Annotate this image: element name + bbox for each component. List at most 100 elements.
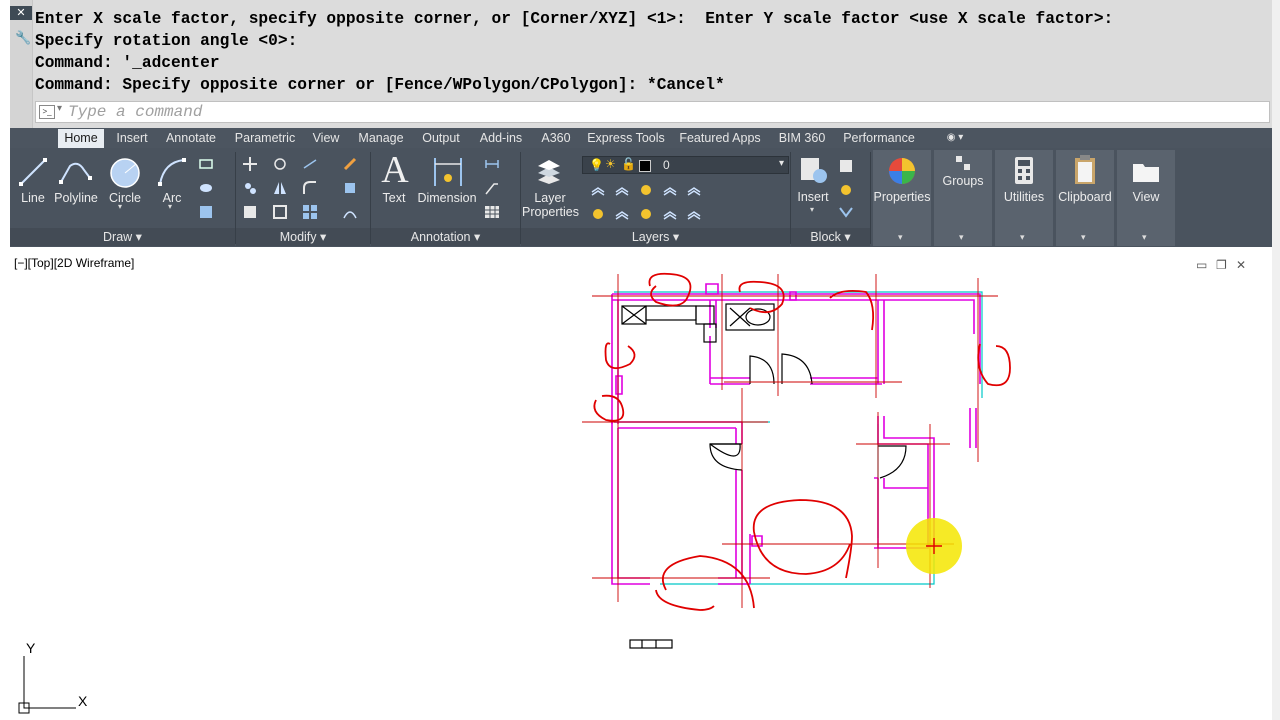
chevron-down-icon[interactable]: ▾	[898, 232, 903, 243]
groups-panel[interactable]: Groups ▾	[934, 150, 992, 246]
polyline-icon[interactable]	[58, 158, 94, 188]
tab-annotate[interactable]: Annotate	[162, 128, 220, 148]
ribbon-toggle-icon[interactable]: ◉ ▾	[940, 128, 970, 148]
polyline-button[interactable]: Polyline	[52, 191, 100, 205]
array-icon[interactable]	[302, 204, 318, 220]
tab-output[interactable]: Output	[416, 128, 466, 148]
block-attributes-icon[interactable]	[838, 204, 854, 220]
move-icon[interactable]	[242, 156, 258, 172]
trim-icon[interactable]	[302, 156, 318, 172]
unlock-icon[interactable]: 🔓	[621, 157, 636, 171]
leader-icon[interactable]	[484, 180, 500, 196]
copy-icon[interactable]	[242, 180, 258, 196]
layer-tool-icon[interactable]	[614, 206, 630, 222]
erase-icon[interactable]	[342, 156, 358, 172]
clipboard-panel[interactable]: Clipboard ▾	[1056, 150, 1114, 246]
insert-button[interactable]: Insert	[794, 190, 832, 204]
layer-tool-icon[interactable]	[662, 206, 678, 222]
current-layer-name: 0	[663, 158, 670, 172]
mirror-icon[interactable]	[272, 180, 288, 196]
properties-panel[interactable]: Properties ▾	[873, 150, 931, 246]
arc-button[interactable]: Arc	[154, 191, 190, 205]
ucs-y-label: Y	[26, 640, 36, 656]
circle-icon[interactable]	[108, 156, 142, 190]
tab-bim-360[interactable]: BIM 360	[772, 128, 832, 148]
view-panel[interactable]: View ▾	[1117, 150, 1175, 246]
calculator-icon	[1015, 157, 1033, 184]
insert-block-icon[interactable]	[798, 154, 828, 186]
tab-featured-apps[interactable]: Featured Apps	[677, 128, 763, 148]
chevron-down-icon[interactable]: ▾	[57, 103, 62, 114]
table-icon[interactable]	[484, 204, 500, 220]
layer-properties-icon[interactable]	[534, 154, 564, 186]
layers-panel-title[interactable]: Layers ▾	[521, 228, 790, 246]
chevron-down-icon[interactable]: ▾	[1081, 232, 1086, 243]
dimension-icon[interactable]	[432, 156, 464, 188]
history-line: Command: Specify opposite corner or [Fen…	[35, 76, 725, 94]
tab-manage[interactable]: Manage	[353, 128, 409, 148]
chevron-down-icon[interactable]: ▾	[1020, 232, 1025, 243]
tab-view[interactable]: View	[308, 128, 344, 148]
annotation-panel-title[interactable]: Annotation ▾	[371, 228, 520, 246]
close-icon[interactable]: ✕	[10, 6, 32, 20]
layer-tool-icon[interactable]	[590, 182, 606, 198]
layer-properties-button[interactable]: Layer Properties	[522, 191, 579, 219]
dimension-button[interactable]: Dimension	[414, 191, 480, 205]
draw-panel-title[interactable]: Draw ▾	[10, 228, 235, 246]
tab-a360[interactable]: A360	[536, 128, 576, 148]
tab-insert[interactable]: Insert	[110, 128, 154, 148]
lightbulb-icon[interactable]: 💡	[589, 158, 604, 172]
drawing-canvas[interactable]: [−][Top][2D Wireframe] ▭ ❐ ✕ Y X	[10, 248, 1272, 720]
wrench-icon[interactable]: 🔧	[15, 30, 31, 46]
layer-tool-icon[interactable]	[638, 182, 654, 198]
create-block-icon[interactable]	[838, 158, 854, 174]
line-button[interactable]: Line	[14, 191, 52, 205]
command-prompt-icon[interactable]: >_	[39, 105, 55, 119]
stretch-icon[interactable]	[242, 204, 258, 220]
tab-home[interactable]: Home	[58, 129, 104, 148]
sun-icon[interactable]: ☀	[605, 157, 616, 171]
edit-block-icon[interactable]	[838, 182, 854, 198]
ribbon-tab-bar: Home Insert Annotate Parametric View Man…	[10, 128, 1272, 148]
groups-label: Groups	[942, 174, 984, 188]
block-panel-title[interactable]: Block ▾	[791, 228, 870, 246]
text-button[interactable]: Text	[374, 191, 414, 205]
layer-tool-icon[interactable]	[686, 182, 702, 198]
rectangle-icon[interactable]	[198, 156, 214, 172]
command-input[interactable]	[68, 102, 1258, 122]
text-icon[interactable]: A	[380, 150, 410, 190]
chevron-down-icon[interactable]: ▾	[959, 232, 964, 243]
layer-dropdown[interactable]: 💡 ☀ 🔓 0 ▾	[582, 156, 789, 174]
layer-tool-icon[interactable]	[662, 182, 678, 198]
chevron-down-icon[interactable]: ▾	[779, 158, 784, 169]
layer-tool-icon[interactable]	[614, 182, 630, 198]
command-input-bar[interactable]: >_ ▾	[35, 101, 1270, 123]
chevron-down-icon[interactable]: ▾	[810, 205, 814, 214]
boundary-icon[interactable]	[198, 204, 214, 220]
tab-performance[interactable]: Performance	[840, 128, 918, 148]
scale-icon[interactable]	[272, 204, 288, 220]
history-line: Command: '_adcenter	[35, 54, 220, 72]
tab-express-tools[interactable]: Express Tools	[584, 128, 668, 148]
vertical-scrollbar[interactable]	[1272, 0, 1280, 720]
hatch-icon[interactable]	[198, 180, 214, 196]
offset-icon[interactable]	[342, 204, 358, 220]
chevron-down-icon[interactable]: ▾	[1142, 232, 1147, 243]
tab-add-ins[interactable]: Add-ins	[474, 128, 528, 148]
scale-bar	[629, 639, 673, 649]
line-icon[interactable]	[18, 156, 48, 188]
arc-icon[interactable]	[156, 156, 188, 188]
layer-tool-icon[interactable]	[590, 206, 606, 222]
utilities-panel[interactable]: Utilities ▾	[995, 150, 1053, 246]
modify-panel-title[interactable]: Modify ▾	[236, 228, 370, 246]
tab-parametric[interactable]: Parametric	[230, 128, 300, 148]
rotate-icon[interactable]	[272, 156, 288, 172]
floor-plan-drawing	[18, 272, 1011, 714]
fillet-icon[interactable]	[302, 180, 318, 196]
panel-title-label: Layers	[631, 230, 670, 244]
circle-button[interactable]: Circle	[106, 191, 144, 205]
linear-dim-icon[interactable]	[484, 156, 500, 172]
layer-tool-icon[interactable]	[686, 206, 702, 222]
layer-tool-icon[interactable]	[638, 206, 654, 222]
explode-icon[interactable]	[342, 180, 358, 196]
